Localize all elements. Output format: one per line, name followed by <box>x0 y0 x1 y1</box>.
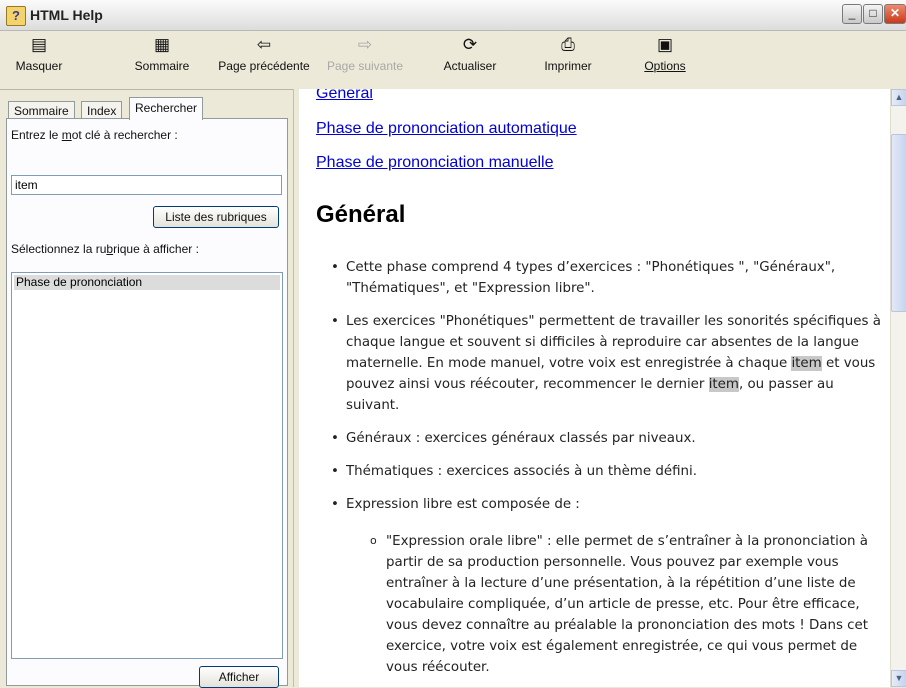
hide-icon: ▤ <box>30 35 48 54</box>
search-highlight: item <box>791 356 822 371</box>
contents-label: Sommaire <box>134 59 190 73</box>
list-item: Thématiques : exercices associés à un th… <box>331 461 886 482</box>
vertical-scrollbar[interactable]: ▲ ▼ <box>890 89 906 687</box>
close-button[interactable]: ✕ <box>884 4 906 24</box>
scroll-thumb[interactable] <box>891 134 906 312</box>
search-tab-panel: Entrez le mot clé à rechercher : item Li… <box>6 118 288 688</box>
refresh-button[interactable]: ⟳ Actualiser <box>432 31 508 87</box>
search-input[interactable]: item <box>11 175 282 195</box>
options-button[interactable]: ▣ Options <box>630 31 700 87</box>
list-item: Cette phase comprend 4 types d’exercices… <box>331 257 886 299</box>
tab-search[interactable]: Rechercher <box>129 97 204 120</box>
link-manual-pronunciation[interactable]: Phase de prononciation manuelle <box>316 154 554 172</box>
options-label: Options <box>644 59 686 73</box>
forward-label: Page suivante <box>326 59 404 73</box>
print-label: Imprimer <box>544 59 592 73</box>
page-title: Général <box>316 201 406 228</box>
toolbar: ▤ Masquer ▦ Sommaire ⇦ Page précédente ⇨… <box>0 31 906 90</box>
refresh-label: Actualiser <box>443 59 497 73</box>
topic-content: Général Phase de prononciation automatiq… <box>299 89 890 687</box>
list-topics-button[interactable]: Liste des rubriques <box>153 206 279 228</box>
print-button[interactable]: ⎙ Imprimer <box>530 31 606 87</box>
link-general[interactable]: Général <box>316 89 373 103</box>
list-item: Les exercices "Phonétiques" permettent d… <box>331 311 886 416</box>
hide-label: Masquer <box>15 59 63 73</box>
sub-list-item: "Expression orale libre" : elle permet d… <box>370 530 886 678</box>
contents-icon: ▦ <box>153 35 171 54</box>
hide-button[interactable]: ▤ Masquer <box>4 31 74 87</box>
search-highlight: item <box>708 377 739 392</box>
title-bar: ? HTML Help _ □ ✕ <box>0 0 906 31</box>
topic-results-list[interactable]: Phase de prononciation <box>11 272 283 659</box>
window-title: HTML Help <box>30 7 103 23</box>
list-item: Généraux : exercices généraux classés pa… <box>331 428 886 449</box>
options-icon: ▣ <box>656 35 674 54</box>
maximize-button[interactable]: □ <box>863 4 883 24</box>
keyword-label: Entrez le mot clé à rechercher : <box>11 128 178 142</box>
forward-arrow-icon: ⇨ <box>357 35 373 54</box>
back-label: Page précédente <box>218 59 310 73</box>
display-button[interactable]: Afficher <box>199 666 279 688</box>
list-item[interactable]: Phase de prononciation <box>14 275 280 290</box>
help-app-icon: ? <box>6 6 26 26</box>
forward-button[interactable]: ⇨ Page suivante <box>320 31 410 87</box>
scroll-up-button[interactable]: ▲ <box>891 89 906 106</box>
link-auto-pronunciation[interactable]: Phase de prononciation automatique <box>316 120 577 138</box>
select-topic-label: Sélectionnez la rubrique à afficher : <box>11 242 199 256</box>
scroll-down-button[interactable]: ▼ <box>891 670 906 687</box>
list-item: Expression libre est composée de : <box>331 494 886 515</box>
minimize-button[interactable]: _ <box>842 4 862 24</box>
refresh-icon: ⟳ <box>462 35 478 54</box>
back-button[interactable]: ⇦ Page précédente <box>212 31 316 87</box>
navigation-pane: Sommaire Index Rechercher Entrez le mot … <box>4 95 291 688</box>
printer-icon: ⎙ <box>561 35 575 54</box>
back-arrow-icon: ⇦ <box>256 35 272 54</box>
bullet-list: Cette phase comprend 4 types d’exercices… <box>331 257 886 678</box>
contents-button[interactable]: ▦ Sommaire <box>124 31 200 87</box>
